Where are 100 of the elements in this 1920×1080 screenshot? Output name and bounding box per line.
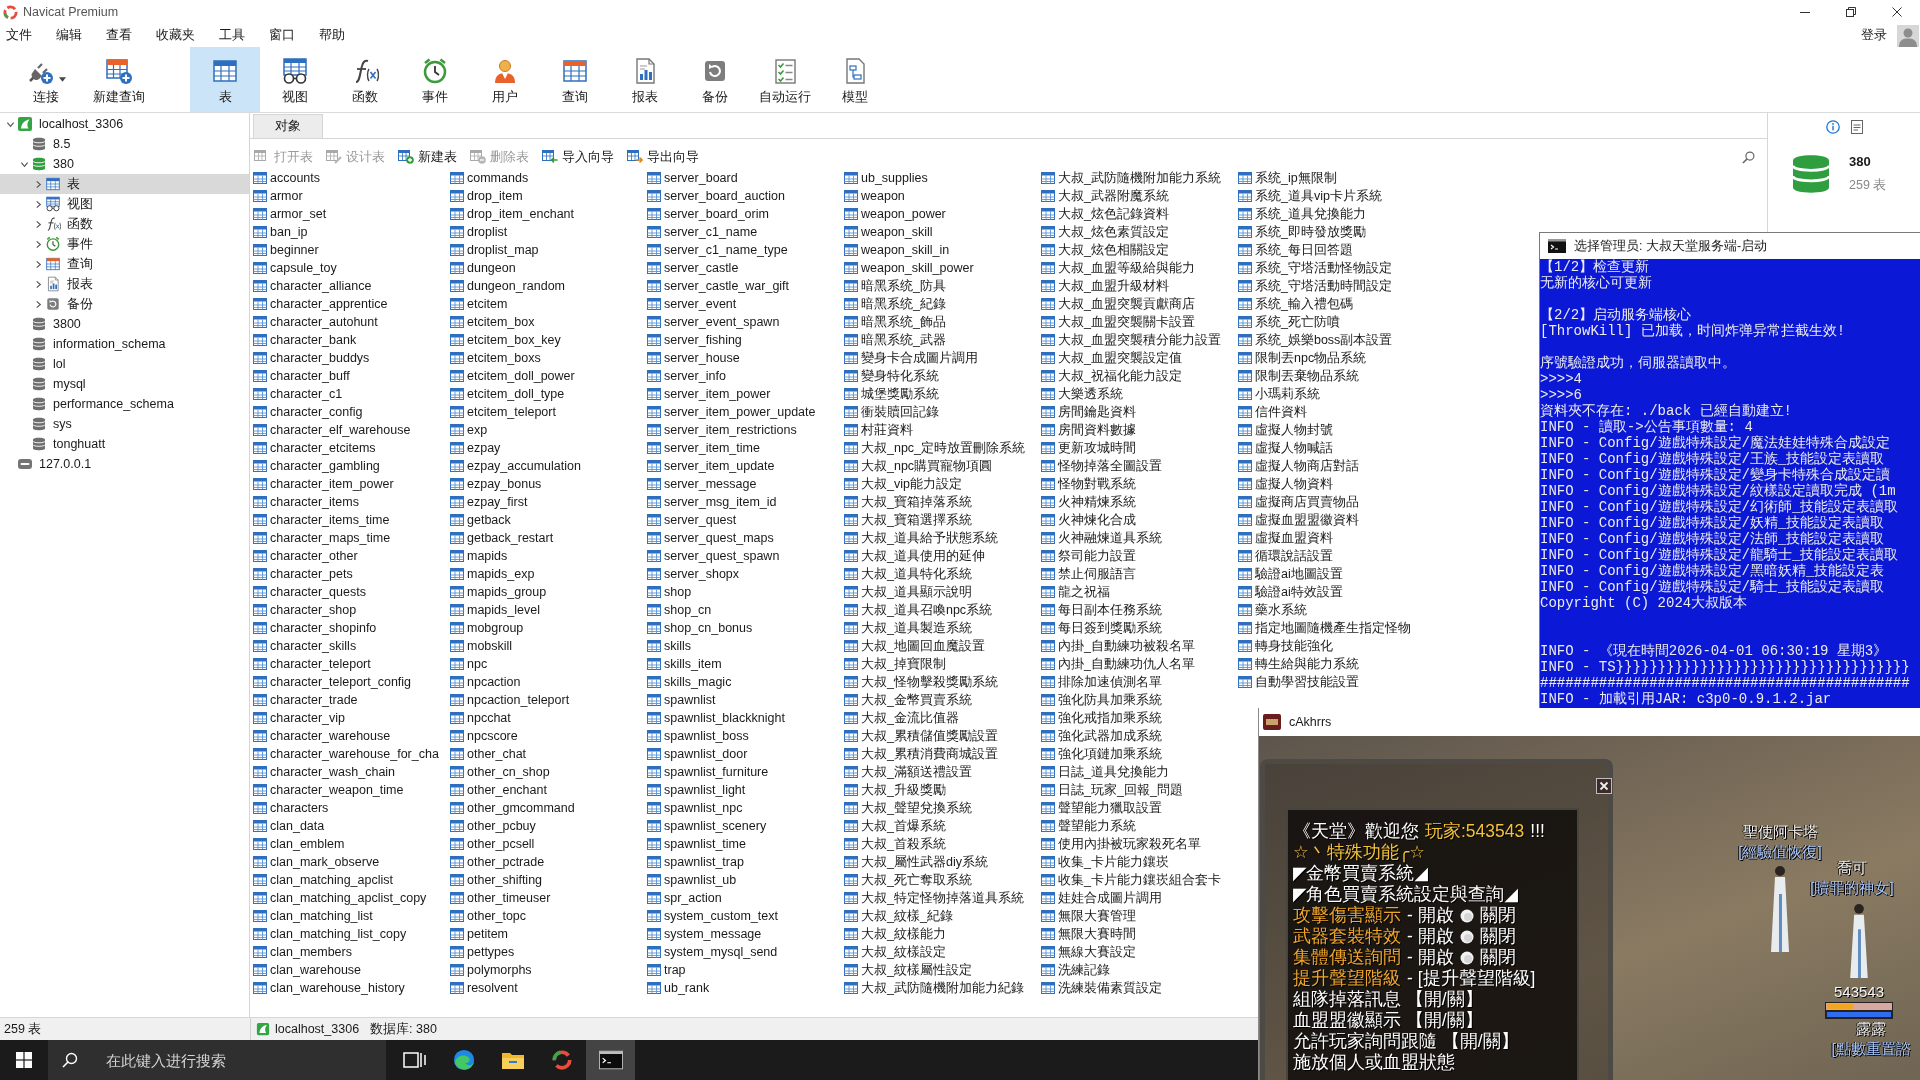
table-item[interactable]: armor: [253, 187, 303, 205]
table-item[interactable]: characters: [253, 799, 329, 817]
toolbar-button[interactable]: 新建表: [398, 148, 457, 166]
table-item[interactable]: 大叔_血盟突襲積分能力設置: [1041, 331, 1221, 349]
table-item[interactable]: other_gmcommand: [450, 799, 575, 817]
table-item[interactable]: 衝裝贖回記錄: [844, 403, 939, 421]
table-item[interactable]: character_maps_time: [253, 529, 391, 547]
table-item[interactable]: 日誌_玩家_回報_問題: [1041, 781, 1183, 799]
menu-item[interactable]: 编辑: [44, 24, 94, 47]
toolbar-button[interactable]: 新建查询: [84, 47, 154, 112]
table-item[interactable]: dungeon_random: [450, 277, 565, 295]
table-item[interactable]: 火神融煉道具系統: [1041, 529, 1162, 547]
table-item[interactable]: shop_cn: [647, 601, 712, 619]
table-item[interactable]: npcaction_teleport: [450, 691, 570, 709]
table-item[interactable]: character_weapon_time: [253, 781, 404, 799]
table-item[interactable]: 大叔_屬性武器diy系統: [844, 853, 988, 871]
table-item[interactable]: 大叔_血盟等級給與能力: [1041, 259, 1195, 277]
table-item[interactable]: resolvent: [450, 979, 518, 997]
table-item[interactable]: server_quest: [647, 511, 737, 529]
table-item[interactable]: exp: [450, 421, 488, 439]
table-item[interactable]: mobgroup: [450, 619, 524, 637]
table-item[interactable]: etcitem_box_key: [450, 331, 561, 349]
toolbar-button[interactable]: 导出向导: [627, 148, 699, 166]
table-item[interactable]: 大叔_道具給予狀態系統: [844, 529, 998, 547]
table-item[interactable]: system_custom_text: [647, 907, 778, 925]
tree-item[interactable]: 3800: [0, 314, 249, 334]
table-item[interactable]: 大叔_紋樣_紀錄: [844, 907, 953, 925]
table-item[interactable]: server_board_auction: [647, 187, 785, 205]
table-item[interactable]: shop_cn_bonus: [647, 619, 753, 637]
dialog-text[interactable]: 集體傳送詢問: [1293, 947, 1401, 968]
tree-item[interactable]: 查询: [0, 254, 249, 274]
table-item[interactable]: character_etcitems: [253, 439, 376, 457]
table-item[interactable]: spawnlist_blackknight: [647, 709, 785, 727]
table-item[interactable]: 洗練裝備素質設定: [1041, 979, 1162, 997]
table-item[interactable]: ezpay_first: [450, 493, 528, 511]
table-item[interactable]: droplist_map: [450, 241, 539, 259]
table-item[interactable]: weapon_skill_power: [844, 259, 974, 277]
table-item[interactable]: 大叔_道具製造系統: [844, 619, 972, 637]
table-item[interactable]: 變身特化系統: [844, 367, 939, 385]
table-item[interactable]: ezpay_bonus: [450, 475, 542, 493]
table-item[interactable]: 大叔_道具使用的延伸: [844, 547, 985, 565]
tab[interactable]: 对象: [253, 114, 323, 138]
toolbar-button[interactable]: 报表: [610, 47, 680, 112]
table-item[interactable]: drop_item: [450, 187, 523, 205]
table-item[interactable]: 系统_守塔活動時間設定: [1238, 277, 1392, 295]
search-field[interactable]: 在此键入进行搜索: [48, 1040, 386, 1080]
table-item[interactable]: server_castle_war_gift: [647, 277, 790, 295]
table-item[interactable]: 大叔_累積消費商城設置: [844, 745, 998, 763]
table-item[interactable]: 虛擬商店買賣物品: [1238, 493, 1359, 511]
table-item[interactable]: ban_ip: [253, 223, 308, 241]
table-item[interactable]: 房間鑰匙資料: [1041, 403, 1136, 421]
table-item[interactable]: ezpay: [450, 439, 501, 457]
tree-item[interactable]: 视图: [0, 194, 249, 214]
table-item[interactable]: server_c1_name: [647, 223, 758, 241]
table-item[interactable]: 轉生給與能力系統: [1238, 655, 1359, 673]
info-icon[interactable]: [1826, 120, 1840, 134]
table-item[interactable]: 大叔_武器附魔系統: [1041, 187, 1169, 205]
table-item[interactable]: pettypes: [450, 943, 515, 961]
table-item[interactable]: clan_matching_list: [253, 907, 373, 925]
table-item[interactable]: 指定地圖隨機產生指定怪物: [1238, 619, 1411, 637]
table-item[interactable]: server_c1_name_type: [647, 241, 788, 259]
toolbar-button[interactable]: 视图: [260, 47, 330, 112]
table-item[interactable]: character_autohunt: [253, 313, 378, 331]
table-item[interactable]: 內掛_自動練功仇人名單: [1041, 655, 1195, 673]
table-item[interactable]: server_info: [647, 367, 726, 385]
table-item[interactable]: 大叔_地圖回血魔設置: [844, 637, 985, 655]
menu-item[interactable]: 收藏夹: [144, 24, 207, 47]
tree-item[interactable]: 表: [0, 174, 249, 194]
table-item[interactable]: 暗黑系统_紀錄: [844, 295, 946, 313]
tree-item[interactable]: performance_schema: [0, 394, 249, 414]
table-item[interactable]: 使用內掛被玩家殺死名單: [1041, 835, 1201, 853]
table-item[interactable]: server_quest_maps: [647, 529, 774, 547]
table-item[interactable]: npc: [450, 655, 488, 673]
table-item[interactable]: 洗練記錄: [1041, 961, 1110, 979]
table-item[interactable]: mapids_group: [450, 583, 547, 601]
table-item[interactable]: spawnlist_boss: [647, 727, 749, 745]
dialog-text[interactable]: 組隊掉落訊息 【開/關】: [1293, 989, 1483, 1010]
table-item[interactable]: clan_matching_apclist_copy: [253, 889, 427, 907]
table-item[interactable]: 暗黑系统_防具: [844, 277, 946, 295]
table-item[interactable]: drop_item_enchant: [450, 205, 575, 223]
table-item[interactable]: 城堡獎勵系統: [844, 385, 939, 403]
table-item[interactable]: spawnlist_time: [647, 835, 746, 853]
table-item[interactable]: 大叔_血盟突襲設定值: [1041, 349, 1182, 367]
dialog-text[interactable]: !!!: [1530, 821, 1545, 842]
toolbar-button[interactable]: 事件: [400, 47, 470, 112]
table-item[interactable]: spr_action: [647, 889, 722, 907]
document-icon[interactable]: [1850, 120, 1864, 134]
table-item[interactable]: 系统_ip無限制: [1238, 169, 1337, 187]
table-item[interactable]: 火神煉化合成: [1041, 511, 1136, 529]
table-item[interactable]: server_item_power_update: [647, 403, 816, 421]
table-item[interactable]: character_shop: [253, 601, 357, 619]
table-item[interactable]: server_house: [647, 349, 740, 367]
table-item[interactable]: 大叔_道具顯示說明: [844, 583, 972, 601]
dialog-text[interactable]: - 開啟: [1407, 926, 1454, 947]
table-item[interactable]: trap: [647, 961, 686, 979]
table-item[interactable]: skills_item: [647, 655, 722, 673]
table-item[interactable]: server_fishing: [647, 331, 742, 349]
table-item[interactable]: 無限大賽時間: [1041, 925, 1136, 943]
dialog-text[interactable]: 關閉: [1479, 926, 1516, 947]
dialog-text[interactable]: - [提升聲望階級]: [1407, 968, 1536, 989]
